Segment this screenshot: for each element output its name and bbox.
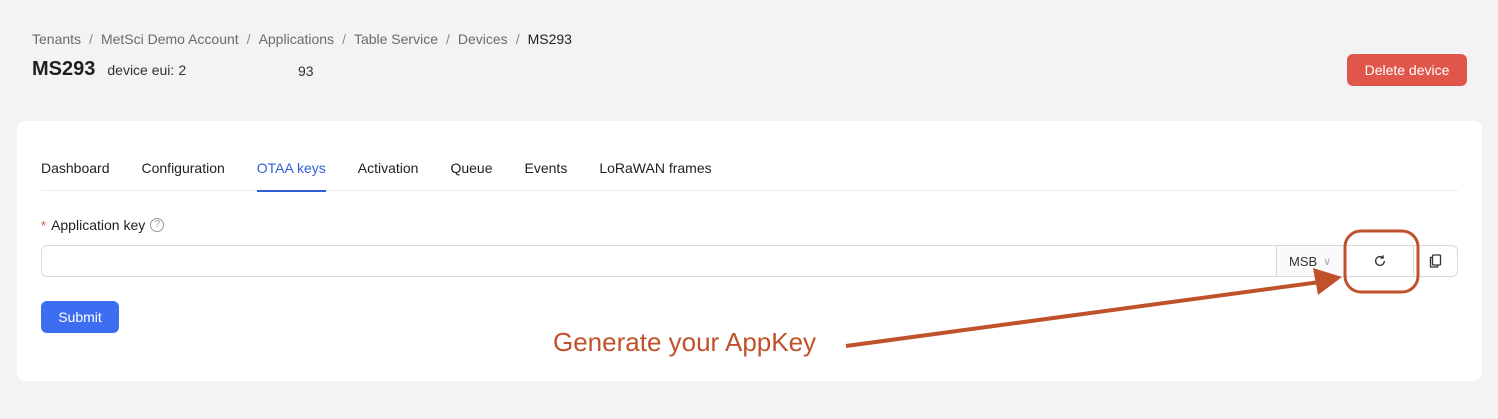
submit-button[interactable]: Submit xyxy=(41,301,119,333)
chevron-down-icon: ∨ xyxy=(1323,255,1332,268)
application-key-label-text: Application key xyxy=(51,217,146,233)
byte-order-value: MSB xyxy=(1289,253,1318,269)
tab-events[interactable]: Events xyxy=(525,149,568,191)
breadcrumb-account[interactable]: MetSci Demo Account xyxy=(101,31,239,47)
annotation-text: Generate your AppKey xyxy=(553,327,817,357)
breadcrumb-separator: / xyxy=(246,31,251,47)
breadcrumb: Tenants / MetSci Demo Account / Applicat… xyxy=(32,31,572,47)
copy-icon xyxy=(1429,254,1442,268)
refresh-icon xyxy=(1374,255,1385,266)
required-mark: * xyxy=(41,217,47,233)
application-key-row: MSB ∨ xyxy=(41,245,1458,277)
breadcrumb-separator: / xyxy=(515,31,520,47)
byte-order-select[interactable]: MSB ∨ xyxy=(1277,245,1346,277)
breadcrumb-devices[interactable]: Devices xyxy=(458,31,508,47)
copy-key-button[interactable] xyxy=(1414,245,1458,277)
breadcrumb-application[interactable]: Table Service xyxy=(354,31,438,47)
breadcrumb-separator: / xyxy=(89,31,93,47)
breadcrumb-applications[interactable]: Applications xyxy=(259,31,335,47)
tab-bar: Dashboard Configuration OTAA keys Activa… xyxy=(41,149,1458,192)
application-key-label: * Application key ? xyxy=(41,217,165,233)
breadcrumb-tenants[interactable]: Tenants xyxy=(32,31,81,47)
device-eui-value-start: 2 xyxy=(178,62,187,78)
breadcrumb-separator: / xyxy=(446,31,450,47)
tab-configuration[interactable]: Configuration xyxy=(142,149,225,191)
tab-activation[interactable]: Activation xyxy=(358,149,419,191)
page-header: MS293 device eui: 2 93 xyxy=(32,58,314,81)
tab-queue[interactable]: Queue xyxy=(450,149,492,191)
tab-lorawan-frames[interactable]: LoRaWAN frames xyxy=(599,149,711,191)
delete-device-button[interactable]: Delete device xyxy=(1347,54,1467,86)
breadcrumb-current: MS293 xyxy=(527,31,572,47)
device-eui-value-end: 93 xyxy=(298,63,314,79)
application-key-input[interactable] xyxy=(41,245,1277,277)
generate-key-button[interactable] xyxy=(1346,245,1414,277)
device-eui-label: device eui: xyxy=(107,62,175,78)
tab-dashboard[interactable]: Dashboard xyxy=(41,149,110,191)
tab-otaa-keys[interactable]: OTAA keys xyxy=(256,149,326,192)
breadcrumb-separator: / xyxy=(342,31,346,47)
help-icon[interactable]: ? xyxy=(150,218,165,232)
page-title: MS293 xyxy=(32,58,96,80)
